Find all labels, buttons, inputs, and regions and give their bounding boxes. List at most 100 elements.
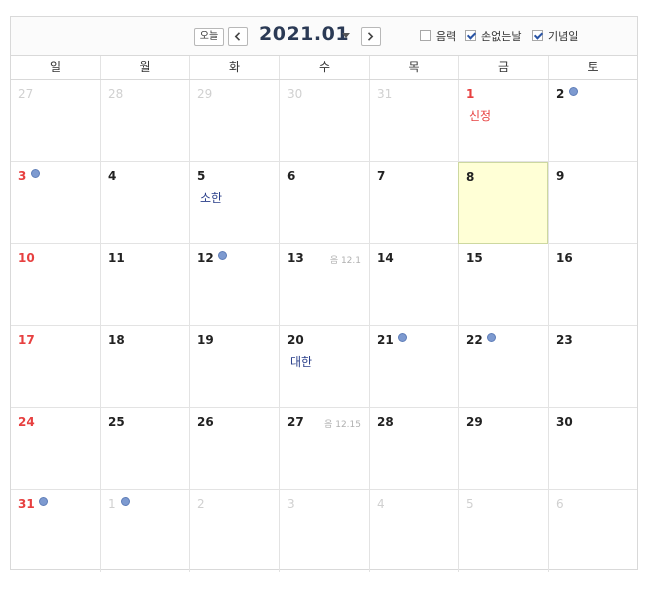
weekday-label: 토 xyxy=(548,56,637,79)
day-number: 2 xyxy=(556,87,565,101)
day-number: 21 xyxy=(377,333,394,347)
day-cell[interactable]: 15 xyxy=(458,244,548,326)
day-cell[interactable]: 6 xyxy=(548,490,637,572)
day-number: 31 xyxy=(377,87,393,101)
day-number: 27 xyxy=(287,415,304,429)
day-number: 22 xyxy=(466,333,483,347)
day-cell[interactable]: 30 xyxy=(279,80,369,162)
checkbox-box[interactable] xyxy=(532,30,543,41)
checkbox-box[interactable] xyxy=(465,30,476,41)
day-cell[interactable]: 13 음 12.1 xyxy=(279,244,369,326)
day-cell[interactable]: 28 xyxy=(100,80,189,162)
caret-down-icon[interactable] xyxy=(342,33,350,38)
week-row: 24 25 26 27 음 12.15 28 29 30 xyxy=(11,408,637,490)
day-cell[interactable]: 24 xyxy=(11,408,100,490)
sonless-day-dot-icon xyxy=(121,497,130,506)
day-cell[interactable]: 4 xyxy=(369,490,458,572)
day-cell[interactable]: 19 xyxy=(189,326,279,408)
week-row: 31 1 2 3 4 5 6 xyxy=(11,490,637,572)
day-number: 20 xyxy=(287,333,304,347)
day-number: 8 xyxy=(466,170,475,184)
day-number: 3 xyxy=(287,497,295,511)
day-cell[interactable]: 9 xyxy=(548,162,637,244)
next-month-button[interactable] xyxy=(361,27,381,46)
day-cell[interactable]: 11 xyxy=(100,244,189,326)
day-cell[interactable]: 18 xyxy=(100,326,189,408)
chevron-left-icon xyxy=(234,32,241,41)
day-cell[interactable]: 5 소한 xyxy=(189,162,279,244)
day-cell[interactable]: 29 xyxy=(189,80,279,162)
day-cell[interactable]: 12 xyxy=(189,244,279,326)
day-cell[interactable]: 30 xyxy=(548,408,637,490)
day-cell-today[interactable]: 8 xyxy=(458,162,548,244)
week-row: 10 11 12 13 음 12.1 14 15 16 xyxy=(11,244,637,326)
day-cell[interactable]: 10 xyxy=(11,244,100,326)
day-cell[interactable]: 1 신정 xyxy=(458,80,548,162)
sonless-day-dot-icon xyxy=(487,333,496,342)
day-number: 19 xyxy=(197,333,214,347)
day-cell[interactable]: 17 xyxy=(11,326,100,408)
day-cell[interactable]: 16 xyxy=(548,244,637,326)
day-number: 1 xyxy=(108,497,116,511)
anniversary-label: 기념일 xyxy=(548,30,579,43)
day-cell[interactable]: 6 xyxy=(279,162,369,244)
day-cell[interactable]: 5 xyxy=(458,490,548,572)
day-number: 5 xyxy=(466,497,474,511)
lunar-date: 음 12.15 xyxy=(324,420,361,430)
day-cell[interactable]: 3 xyxy=(11,162,100,244)
day-number: 7 xyxy=(377,169,386,183)
day-cell[interactable]: 31 xyxy=(11,490,100,572)
day-cell[interactable]: 2 xyxy=(189,490,279,572)
day-cell[interactable]: 1 xyxy=(100,490,189,572)
day-number: 24 xyxy=(18,415,35,429)
day-cell[interactable]: 14 xyxy=(369,244,458,326)
day-cell[interactable]: 28 xyxy=(369,408,458,490)
solar-term-label: 소한 xyxy=(200,191,223,205)
day-number: 29 xyxy=(466,415,483,429)
day-number: 4 xyxy=(377,497,385,511)
day-number: 28 xyxy=(377,415,394,429)
day-cell[interactable]: 3 xyxy=(279,490,369,572)
day-number: 16 xyxy=(556,251,573,265)
weekday-header: 일 월화수목금토 xyxy=(11,56,637,80)
day-cell[interactable]: 23 xyxy=(548,326,637,408)
month-title[interactable]: 2021.01 xyxy=(259,23,349,45)
weekday-label: 화 xyxy=(189,56,279,79)
sonless-day-dot-icon xyxy=(218,251,227,260)
weekday-label: 일 xyxy=(49,60,62,74)
solar-term-label: 대한 xyxy=(290,355,313,369)
day-cell[interactable]: 22 xyxy=(458,326,548,408)
day-cell[interactable]: 25 xyxy=(100,408,189,490)
day-number: 9 xyxy=(556,169,565,183)
day-cell[interactable]: 31 xyxy=(369,80,458,162)
day-number: 2 xyxy=(197,497,205,511)
day-number: 28 xyxy=(108,87,124,101)
day-cell[interactable]: 29 xyxy=(458,408,548,490)
prev-month-button[interactable] xyxy=(228,27,248,46)
day-number: 5 xyxy=(197,169,206,183)
day-cell[interactable]: 27 음 12.15 xyxy=(279,408,369,490)
weekday-label: 목 xyxy=(369,56,458,79)
week-row: 3 4 5 소한 6 7 8 9 xyxy=(11,162,637,244)
lunar-date: 음 12.1 xyxy=(329,256,361,266)
day-cell[interactable]: 20 대한 xyxy=(279,326,369,408)
day-cell[interactable]: 21 xyxy=(369,326,458,408)
calendar: 오늘 2021.01 음력 손없는날 기념일 일월화수목금토 27 28 29 30 3… xyxy=(10,16,638,572)
sonless-day-dot-icon xyxy=(31,169,40,178)
checkbox-box[interactable] xyxy=(420,30,431,41)
day-cell[interactable]: 27 xyxy=(11,80,100,162)
day-number: 17 xyxy=(18,333,35,347)
week-row: 17 18 19 20 대한 21 22 23 xyxy=(11,326,637,408)
day-number: 18 xyxy=(108,333,125,347)
day-number: 12 xyxy=(197,251,214,265)
day-cell[interactable]: 4 xyxy=(100,162,189,244)
day-number: 26 xyxy=(197,415,214,429)
day-cell[interactable]: 26 xyxy=(189,408,279,490)
day-number: 27 xyxy=(18,87,34,101)
today-button[interactable]: 오늘 xyxy=(194,28,224,46)
day-number: 4 xyxy=(108,169,117,183)
day-number: 31 xyxy=(18,497,35,511)
day-cell[interactable]: 2 xyxy=(548,80,637,162)
day-cell[interactable]: 7 xyxy=(369,162,458,244)
day-number: 6 xyxy=(556,497,564,511)
